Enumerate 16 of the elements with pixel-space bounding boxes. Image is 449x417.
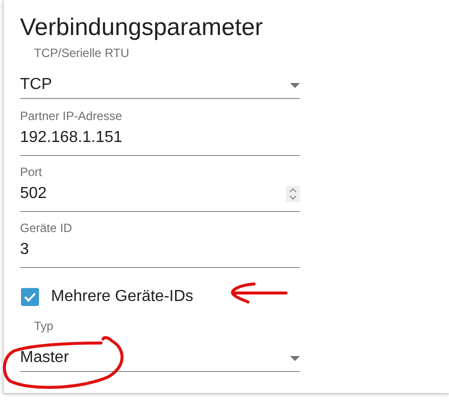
checkbox[interactable] bbox=[21, 288, 39, 306]
dropdown-caret-icon[interactable] bbox=[290, 82, 300, 88]
field-label: TCP/Serielle RTU bbox=[34, 46, 130, 60]
input-field[interactable]: 3 bbox=[20, 238, 300, 268]
dropdown-field[interactable]: TCP bbox=[20, 73, 300, 99]
field-label: Port bbox=[20, 165, 42, 179]
field-label: Geräte ID bbox=[20, 221, 72, 235]
field-label: Partner IP-Adresse bbox=[20, 109, 122, 123]
section-title: Verbindungsparameter bbox=[20, 13, 263, 43]
checkbox-label: Mehrere Geräte-IDs bbox=[51, 287, 194, 307]
arrow-annotation bbox=[231, 282, 288, 304]
input-field[interactable]: 192.168.1.151 bbox=[20, 126, 300, 156]
input-field[interactable]: 502 bbox=[20, 182, 300, 212]
dropdown-caret-icon[interactable] bbox=[290, 356, 300, 360]
field-label: Typ bbox=[34, 319, 54, 333]
dropdown-field[interactable]: Master bbox=[20, 346, 300, 372]
